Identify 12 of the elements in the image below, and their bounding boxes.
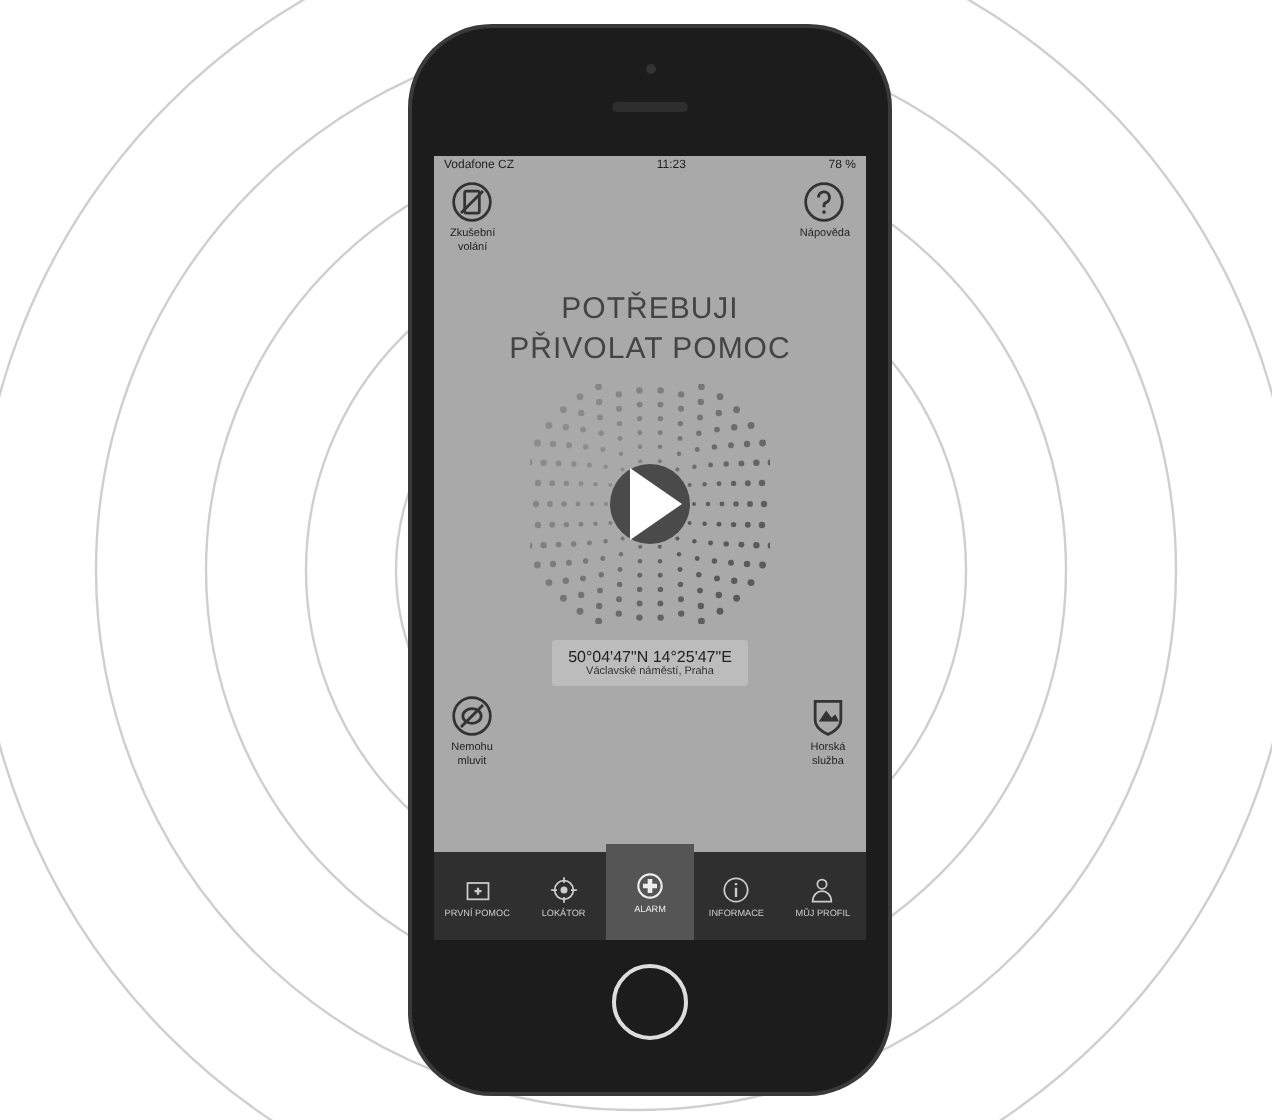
info-icon [722, 875, 751, 903]
plus-circle-icon [636, 871, 664, 899]
help-icon [802, 180, 847, 224]
camera-dot [645, 64, 655, 74]
mic-crossed-icon [450, 694, 494, 739]
headline: POTŘEBUJI PŘIVOLAT POMOC [507, 290, 793, 369]
play-button[interactable] [606, 460, 694, 549]
target-icon [549, 875, 578, 903]
home-button[interactable] [612, 964, 688, 1040]
coordinates-text: 50°04'47"N 14°25'47"E [568, 648, 732, 667]
person-icon [808, 875, 837, 903]
phone-crossed-icon [450, 180, 495, 224]
